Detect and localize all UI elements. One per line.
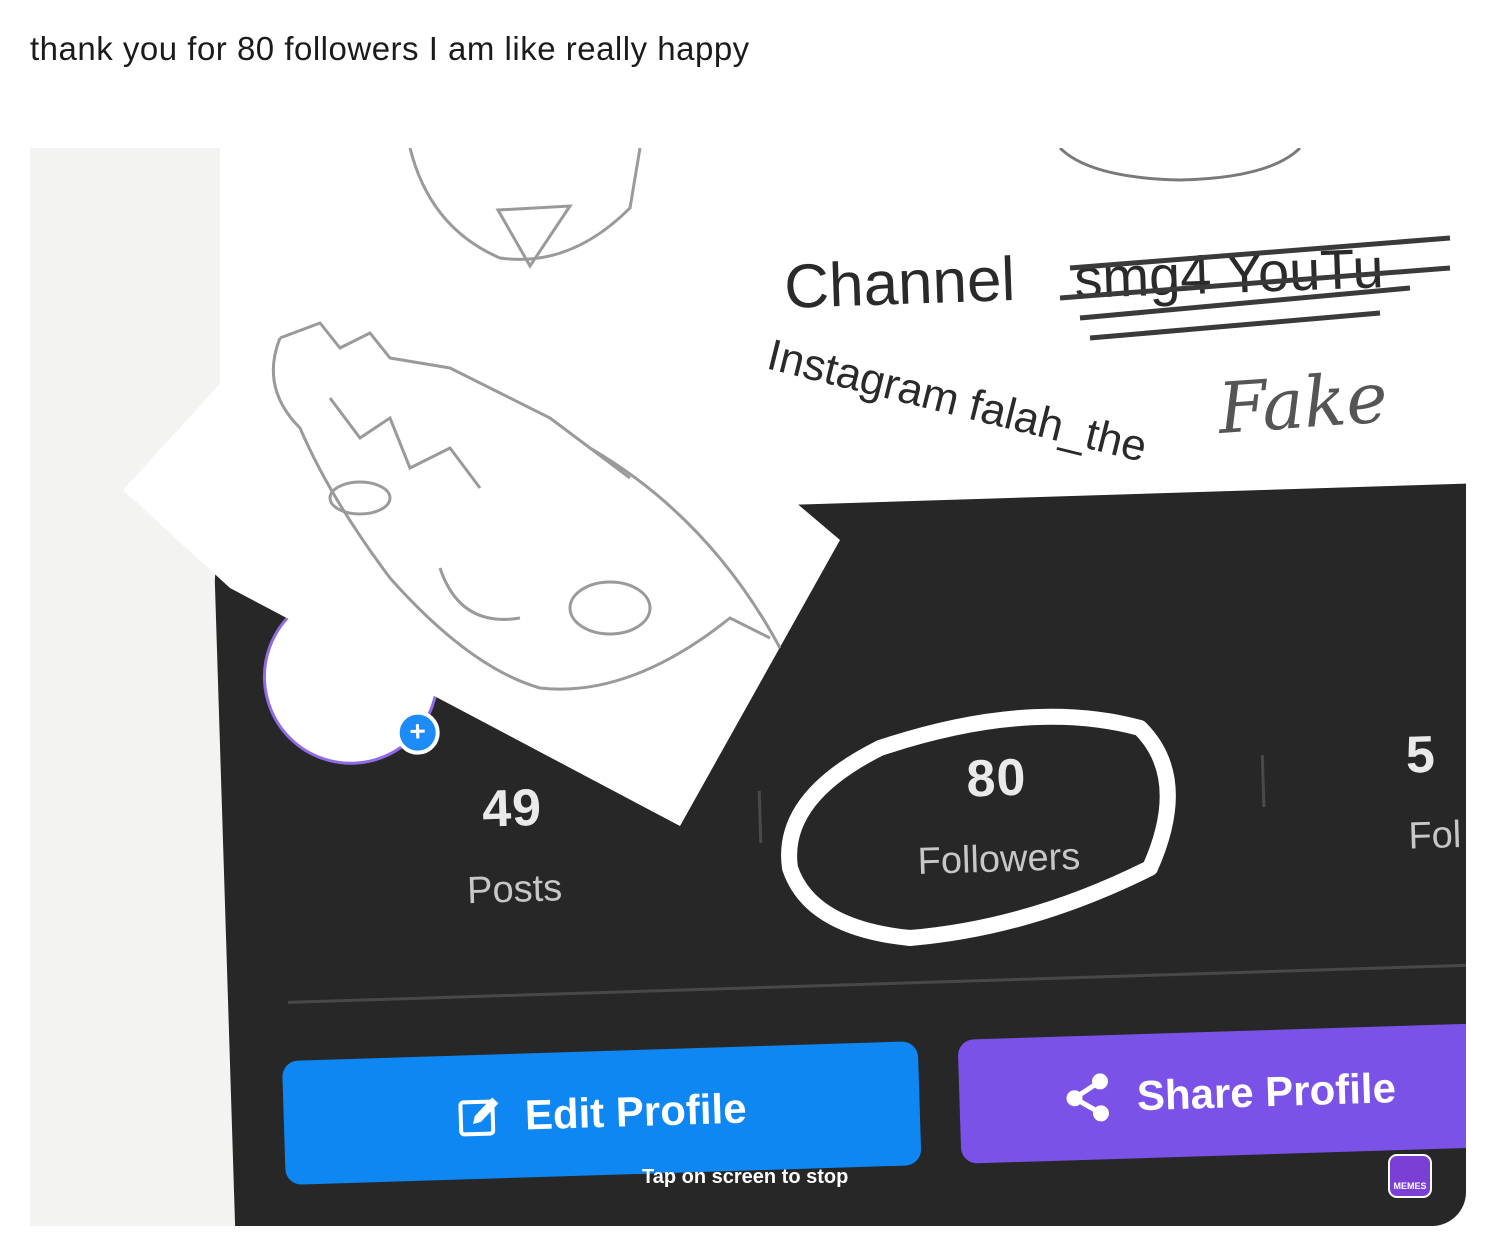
channel-text: Channel — [783, 245, 1016, 322]
memes-logo-icon: MEMES — [1388, 1154, 1432, 1198]
fake-text: Fake — [1213, 356, 1390, 450]
instagram-text: Instagram falah_the — [763, 330, 1152, 472]
tap-hint: Tap on screen to stop — [642, 1166, 849, 1188]
post-caption: thank you for 80 followers I am like rea… — [30, 30, 750, 67]
sketch-drawing: Channel smg4 YouTu Instagram falah_the F… — [123, 148, 1451, 946]
meme-image[interactable]: + 49 Posts 80 Followers 5 Fol Edit Profi… — [30, 148, 1466, 1226]
